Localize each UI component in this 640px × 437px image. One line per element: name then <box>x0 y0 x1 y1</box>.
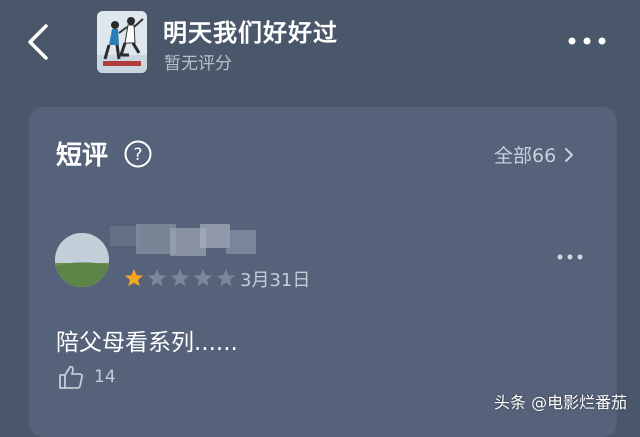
star-empty-icon <box>193 269 213 287</box>
app-header: 明天我们好好过 暂无评分 <box>0 0 640 90</box>
star-filled-icon <box>124 269 144 287</box>
poster-image <box>97 11 147 73</box>
avatar-image <box>55 233 109 287</box>
all-reviews-link[interactable]: 全部66 <box>494 141 574 168</box>
avatar[interactable] <box>55 233 109 287</box>
svg-text:?: ? <box>133 145 142 165</box>
more-horizontal-icon[interactable] <box>556 250 584 264</box>
blurred-username <box>110 224 256 256</box>
more-horizontal-icon[interactable] <box>566 32 608 50</box>
star-empty-icon <box>147 269 167 287</box>
movie-title: 明天我们好好过 <box>163 19 338 47</box>
section-title: 短评 <box>56 141 109 171</box>
thumbs-up-icon <box>59 365 83 389</box>
star-empty-icon <box>170 269 190 287</box>
movie-poster[interactable] <box>97 11 147 73</box>
chevron-left-icon[interactable] <box>24 22 52 62</box>
rating-status: 暂无评分 <box>164 54 232 74</box>
like-button[interactable]: 14 <box>58 364 116 390</box>
all-reviews-label: 全部66 <box>494 145 557 167</box>
star-empty-icon <box>216 269 236 287</box>
star-rating <box>124 268 236 288</box>
review-text: 陪父母看系列...... <box>56 330 238 356</box>
review-date: 3月31日 <box>240 270 311 291</box>
chevron-right-icon <box>565 147 574 162</box>
question-circle-icon[interactable]: ? <box>123 139 153 169</box>
watermark: 头条 @电影烂番茄 <box>494 393 628 412</box>
like-count: 14 <box>94 367 116 387</box>
